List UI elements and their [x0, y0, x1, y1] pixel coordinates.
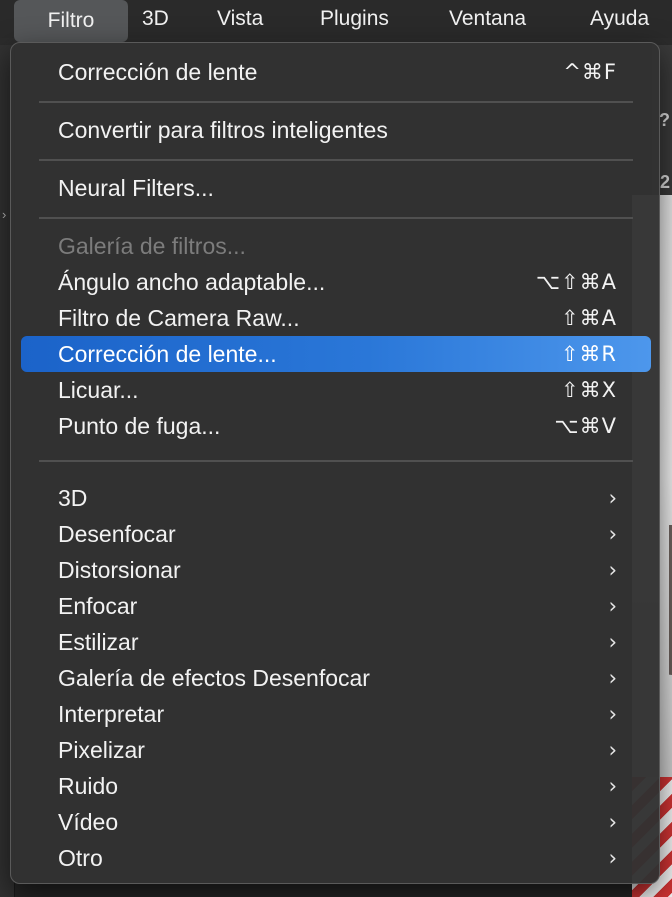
- menu-item-label: Licuar...: [58, 376, 139, 403]
- menu-item-label: Corrección de lente: [58, 58, 258, 85]
- menu-item-label: Estilizar: [58, 628, 139, 655]
- submenu-3d[interactable]: 3D ›: [21, 480, 651, 516]
- menu-item-shortcut: ⌥⇧⌘A: [535, 270, 617, 294]
- chevron-right-icon: ›: [608, 486, 617, 510]
- submenu-interpretar[interactable]: Interpretar ›: [21, 696, 651, 732]
- menu-item-label: Ruido: [58, 772, 119, 799]
- menu-item-label: Interpretar: [58, 700, 165, 727]
- menu-separator: [39, 101, 633, 103]
- menu-item-neural-filters[interactable]: Neural Filters...: [21, 170, 651, 206]
- panel-number-fragment: 2: [659, 172, 670, 192]
- menu-item-shortcut: ⌥⌘V: [554, 414, 617, 438]
- menubar-ventana[interactable]: Ventana: [437, 0, 538, 38]
- submenu-pixelizar[interactable]: Pixelizar ›: [21, 732, 651, 768]
- menu-item-label: Otro: [58, 844, 103, 871]
- menubar-ayuda[interactable]: Ayuda: [578, 0, 661, 38]
- panel-expand-icon[interactable]: ›: [2, 207, 6, 222]
- chevron-right-icon: ›: [608, 846, 617, 870]
- menubar-plugins[interactable]: Plugins: [308, 0, 401, 38]
- chevron-right-icon: ›: [608, 558, 617, 582]
- menubar-3d[interactable]: 3D: [130, 0, 181, 38]
- menu-item-label: Convertir para filtros inteligentes: [58, 116, 388, 143]
- submenu-video[interactable]: Vídeo ›: [21, 804, 651, 840]
- menu-item-label: Galería de filtros...: [58, 232, 246, 259]
- menubar-vista[interactable]: Vista: [205, 0, 275, 38]
- submenu-estilizar[interactable]: Estilizar ›: [21, 624, 651, 660]
- menu-item-adaptive-wide-angle[interactable]: Ángulo ancho adaptable... ⌥⇧⌘A: [21, 264, 651, 300]
- chevron-right-icon: ›: [608, 810, 617, 834]
- filter-dropdown-menu: Corrección de lente ^⌘F Convertir para f…: [10, 42, 660, 884]
- menu-item-label: Ángulo ancho adaptable...: [58, 268, 326, 295]
- submenu-otro[interactable]: Otro ›: [21, 840, 651, 876]
- menu-bar: Filtro 3D Vista Plugins Ventana Ayuda: [0, 0, 672, 42]
- menu-item-label: Punto de fuga...: [58, 412, 221, 439]
- menu-item-shortcut: ⇧⌘A: [561, 306, 617, 330]
- menu-item-shortcut: ^⌘F: [563, 60, 617, 84]
- menu-item-label: Neural Filters...: [58, 174, 214, 201]
- menu-item-filter-gallery: Galería de filtros...: [21, 228, 651, 264]
- menu-item-label: Enfocar: [58, 592, 138, 619]
- menu-item-label: Corrección de lente...: [58, 340, 277, 367]
- submenu-enfocar[interactable]: Enfocar ›: [21, 588, 651, 624]
- submenu-distorsionar[interactable]: Distorsionar ›: [21, 552, 651, 588]
- menu-item-shortcut: ⇧⌘X: [561, 378, 617, 402]
- chevron-right-icon: ›: [608, 702, 617, 726]
- chevron-right-icon: ›: [608, 630, 617, 654]
- menu-item-shortcut: ⇧⌘R: [560, 342, 617, 366]
- submenu-blur-gallery[interactable]: Galería de efectos Desenfocar ›: [21, 660, 651, 696]
- menu-item-label: Distorsionar: [58, 556, 181, 583]
- submenu-ruido[interactable]: Ruido ›: [21, 768, 651, 804]
- chevron-right-icon: ›: [608, 522, 617, 546]
- menu-item-convert-smart-filters[interactable]: Convertir para filtros inteligentes: [21, 112, 651, 148]
- chevron-right-icon: ›: [608, 666, 617, 690]
- submenu-desenfocar[interactable]: Desenfocar ›: [21, 516, 651, 552]
- menu-item-lens-correction[interactable]: Corrección de lente... ⇧⌘R: [21, 336, 651, 372]
- chevron-right-icon: ›: [608, 594, 617, 618]
- help-icon: ?: [659, 110, 670, 130]
- menu-item-label: Galería de efectos Desenfocar: [58, 664, 370, 691]
- menu-item-liquify[interactable]: Licuar... ⇧⌘X: [21, 372, 651, 408]
- menu-item-camera-raw[interactable]: Filtro de Camera Raw... ⇧⌘A: [21, 300, 651, 336]
- menu-item-last-filter[interactable]: Corrección de lente ^⌘F: [21, 54, 651, 90]
- menu-item-label: Desenfocar: [58, 520, 176, 547]
- menu-item-label: 3D: [58, 484, 88, 511]
- menu-item-vanishing-point[interactable]: Punto de fuga... ⌥⌘V: [21, 408, 651, 444]
- menu-separator: [39, 159, 633, 161]
- menu-item-label: Vídeo: [58, 808, 119, 835]
- menu-separator: [39, 460, 633, 462]
- chevron-right-icon: ›: [608, 738, 617, 762]
- menu-separator: [39, 217, 633, 219]
- menu-item-label: Filtro de Camera Raw...: [58, 304, 300, 331]
- chevron-right-icon: ›: [608, 774, 617, 798]
- menu-item-label: Pixelizar: [58, 736, 145, 763]
- menubar-filtro[interactable]: Filtro: [14, 0, 128, 42]
